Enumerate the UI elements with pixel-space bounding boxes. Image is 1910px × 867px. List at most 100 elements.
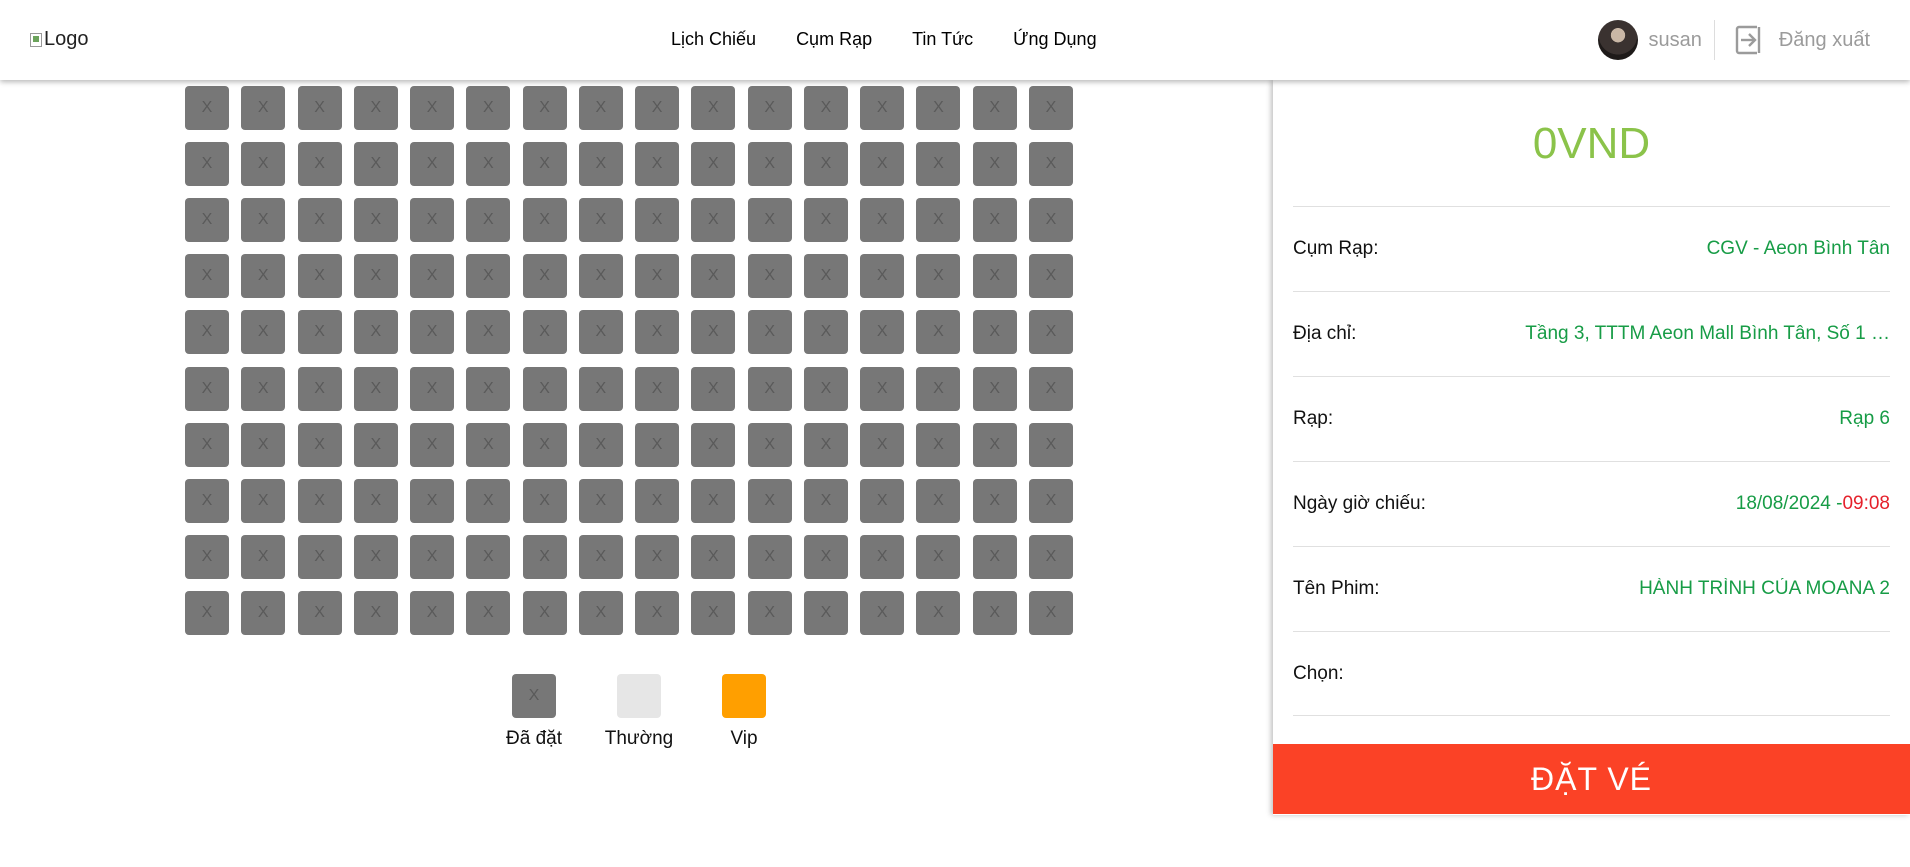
seat-booked[interactable]: X [241,590,286,635]
seat-booked[interactable]: X [972,534,1017,579]
seat-booked[interactable]: X [410,142,455,187]
seat-booked[interactable]: X [860,254,905,299]
seat-booked[interactable]: X [522,142,567,187]
seat-booked[interactable]: X [916,534,961,579]
nav-ung-dung[interactable]: Ứng Dụng [1013,28,1096,50]
seat-booked[interactable]: X [185,590,229,635]
seat-booked[interactable]: X [860,86,905,130]
seat-booked[interactable]: X [578,86,623,130]
seat-booked[interactable]: X [297,590,342,635]
seat-booked[interactable]: X [747,590,792,635]
seat-booked[interactable]: X [972,86,1017,130]
seat-booked[interactable]: X [635,86,680,130]
seat-booked[interactable]: X [916,86,961,130]
seat-booked[interactable]: X [1028,142,1073,187]
seat-booked[interactable]: X [691,478,736,523]
seat-booked[interactable]: X [635,422,680,467]
seat-booked[interactable]: X [410,422,455,467]
nav-cum-rap[interactable]: Cụm Rạp [796,28,872,50]
seat-booked[interactable]: X [297,310,342,355]
seat-booked[interactable]: X [972,254,1017,299]
seat-booked[interactable]: X [410,590,455,635]
seat-booked[interactable]: X [691,142,736,187]
seat-booked[interactable]: X [185,534,229,579]
seat-booked[interactable]: X [297,478,342,523]
seat-booked[interactable]: X [466,310,511,355]
seat-booked[interactable]: X [635,254,680,299]
seat-booked[interactable]: X [353,534,398,579]
seat-booked[interactable]: X [803,86,848,130]
seat-booked[interactable]: X [635,590,680,635]
seat-booked[interactable]: X [185,198,229,243]
seat-booked[interactable]: X [241,254,286,299]
seat-booked[interactable]: X [522,478,567,523]
seat-booked[interactable]: X [241,86,286,130]
seat-booked[interactable]: X [578,310,623,355]
seat-booked[interactable]: X [916,478,961,523]
seat-booked[interactable]: X [860,142,905,187]
seat-booked[interactable]: X [297,142,342,187]
seat-booked[interactable]: X [185,254,229,299]
seat-booked[interactable]: X [522,590,567,635]
seat-booked[interactable]: X [297,254,342,299]
seat-booked[interactable]: X [1028,422,1073,467]
seat-booked[interactable]: X [1028,534,1073,579]
seat-booked[interactable]: X [860,534,905,579]
seat-booked[interactable]: X [691,590,736,635]
seat-booked[interactable]: X [241,422,286,467]
avatar[interactable] [1598,20,1639,60]
seat-booked[interactable]: X [747,310,792,355]
seat-booked[interactable]: X [522,366,567,411]
seat-booked[interactable]: X [297,198,342,243]
nav-tin-tuc[interactable]: Tin Tức [912,28,973,50]
seat-booked[interactable]: X [410,86,455,130]
seat-booked[interactable]: X [410,310,455,355]
seat-booked[interactable]: X [803,534,848,579]
seat-booked[interactable]: X [578,254,623,299]
seat-booked[interactable]: X [803,198,848,243]
seat-booked[interactable]: X [972,310,1017,355]
seat-booked[interactable]: X [353,590,398,635]
seat-booked[interactable]: X [1028,254,1073,299]
seat-booked[interactable]: X [410,198,455,243]
seat-booked[interactable]: X [578,422,623,467]
seat-booked[interactable]: X [803,478,848,523]
seat-booked[interactable]: X [578,366,623,411]
seat-booked[interactable]: X [410,254,455,299]
seat-booked[interactable]: X [972,422,1017,467]
logout-link[interactable]: Đăng xuất [1779,29,1870,52]
seat-booked[interactable]: X [1028,86,1073,130]
logout-icon[interactable] [1735,25,1765,55]
seat-booked[interactable]: X [803,366,848,411]
seat-booked[interactable]: X [185,142,229,187]
seat-booked[interactable]: X [353,310,398,355]
nav-lich-chieu[interactable]: Lịch Chiếu [671,28,756,50]
seat-booked[interactable]: X [803,422,848,467]
seat-booked[interactable]: X [1028,590,1073,635]
seat-booked[interactable]: X [353,478,398,523]
seat-booked[interactable]: X [241,534,286,579]
seat-booked[interactable]: X [691,254,736,299]
logo[interactable]: Logo [30,28,89,51]
seat-booked[interactable]: X [916,422,961,467]
book-ticket-button[interactable]: ĐẶT VÉ [1273,744,1910,814]
seat-booked[interactable]: X [747,534,792,579]
seat-booked[interactable]: X [747,142,792,187]
seat-booked[interactable]: X [522,310,567,355]
seat-booked[interactable]: X [466,198,511,243]
seat-booked[interactable]: X [860,366,905,411]
seat-booked[interactable]: X [297,534,342,579]
seat-booked[interactable]: X [578,198,623,243]
seat-booked[interactable]: X [410,366,455,411]
seat-booked[interactable]: X [803,310,848,355]
seat-booked[interactable]: X [241,198,286,243]
seat-booked[interactable]: X [297,422,342,467]
seat-booked[interactable]: X [635,478,680,523]
seat-booked[interactable]: X [522,534,567,579]
seat-booked[interactable]: X [916,366,961,411]
seat-booked[interactable]: X [578,590,623,635]
seat-booked[interactable]: X [466,422,511,467]
seat-booked[interactable]: X [466,86,511,130]
seat-booked[interactable]: X [635,198,680,243]
seat-booked[interactable]: X [635,142,680,187]
